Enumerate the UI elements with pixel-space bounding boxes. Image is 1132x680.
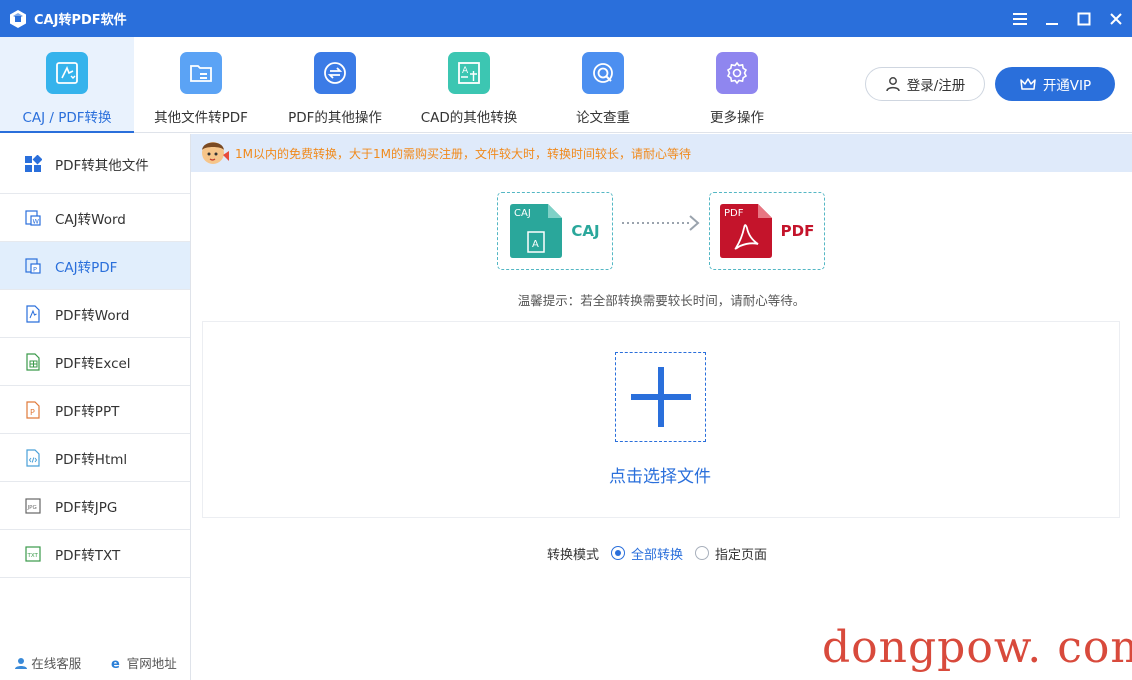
user-icon bbox=[885, 77, 900, 92]
cad-drawing-icon: A bbox=[448, 52, 490, 94]
mode-option-pages[interactable]: 指定页面 bbox=[695, 544, 767, 563]
pdf-jpg-icon: JPG bbox=[23, 496, 43, 516]
folder-file-icon bbox=[180, 52, 222, 94]
tool-label: CAJ / PDF转换 bbox=[22, 110, 112, 126]
sidebar-item-label: PDF转其他文件 bbox=[55, 157, 149, 174]
pdf-file-icon: PDF bbox=[719, 204, 772, 258]
mode-option-label: 指定页面 bbox=[715, 547, 768, 563]
sidebar-item-label: PDF转Excel bbox=[55, 355, 131, 372]
browser-e-icon: e bbox=[111, 657, 120, 670]
pdf-txt-icon: TXT bbox=[23, 544, 43, 564]
tool-paper-check[interactable]: 论文查重 bbox=[536, 37, 670, 133]
pdf-html-icon bbox=[23, 448, 43, 468]
minimize-icon[interactable] bbox=[1036, 0, 1068, 37]
official-site-link[interactable]: e 官网地址 bbox=[110, 653, 177, 672]
sidebar-item-pdf-jpg[interactable]: JPG PDF转JPG bbox=[0, 482, 190, 530]
hint-text: 温馨提示：若全部转换需要较长时间，请耐心等待。 bbox=[517, 293, 806, 308]
tool-cad-convert[interactable]: A CAD的其他转换 bbox=[402, 37, 536, 133]
sidebar: PDF转其他文件 W CAJ转Word P CAJ转PDF PDF转Word P… bbox=[0, 134, 191, 680]
login-register-button[interactable]: 登录/注册 bbox=[865, 67, 985, 101]
pdf-excel-icon bbox=[23, 352, 43, 372]
pdf-word-icon bbox=[23, 304, 43, 324]
main-toolbar: CAJ / PDF转换 其他文件转PDF PDF的其他操作 A CAD的其他转换… bbox=[0, 37, 1132, 133]
source-format-card: CAJ A CAJ bbox=[497, 192, 613, 270]
radio-checked-icon[interactable] bbox=[611, 546, 626, 560]
tool-label: CAD的其他转换 bbox=[420, 110, 518, 126]
svg-text:W: W bbox=[33, 217, 40, 225]
sidebar-item-pdf-excel[interactable]: PDF转Excel bbox=[0, 338, 190, 386]
vip-label: 开通VIP bbox=[1042, 78, 1092, 94]
notice-text: 1M以内的免费转换，大于1M的需购买注册，文件较大时，转换时间较长，请耐心等待 bbox=[235, 146, 691, 161]
service-icon bbox=[15, 657, 28, 669]
sidebar-item-caj-pdf[interactable]: P CAJ转PDF bbox=[0, 242, 190, 290]
add-file-button[interactable] bbox=[615, 352, 706, 442]
title-bar: CAJ转PDF软件 bbox=[0, 0, 1132, 37]
convert-arrow-icon bbox=[622, 215, 700, 231]
watermark-text: dongpow. com bbox=[822, 622, 1132, 673]
search-check-icon bbox=[582, 52, 624, 94]
login-label: 登录/注册 bbox=[906, 78, 966, 94]
target-format-card: PDF PDF bbox=[709, 192, 825, 270]
app-title: CAJ转PDF软件 bbox=[34, 13, 127, 28]
svg-text:JPG: JPG bbox=[27, 505, 37, 511]
convert-mode-row: 转换模式 全部转换 指定页面 bbox=[547, 543, 767, 563]
radio-unchecked-icon[interactable] bbox=[695, 546, 710, 560]
caj-word-icon: W bbox=[23, 208, 43, 228]
sidebar-item-label: PDF转JPG bbox=[55, 499, 118, 516]
sidebar-item-pdf-to-other[interactable]: PDF转其他文件 bbox=[0, 134, 190, 194]
official-site-label: 官网地址 bbox=[126, 656, 177, 671]
svg-text:P: P bbox=[33, 265, 37, 273]
tool-label: PDF的其他操作 bbox=[288, 110, 382, 126]
app-logo-icon bbox=[7, 8, 29, 30]
sidebar-item-label: PDF转TXT bbox=[55, 547, 121, 564]
svg-text:TXT: TXT bbox=[27, 553, 39, 559]
tool-caj-pdf-convert[interactable]: CAJ / PDF转换 bbox=[0, 37, 134, 133]
svg-text:A: A bbox=[462, 66, 469, 76]
tool-label: 更多操作 bbox=[710, 110, 764, 126]
source-format-label: CAJ bbox=[571, 222, 600, 240]
online-service-link[interactable]: 在线客服 bbox=[14, 653, 81, 672]
caj-file-icon: CAJ A bbox=[510, 204, 563, 258]
notice-bar: 1M以内的免费转换，大于1M的需购买注册，文件较大时，转换时间较长，请耐心等待 bbox=[191, 134, 1132, 172]
choose-file-label[interactable]: 点击选择文件 bbox=[560, 462, 760, 487]
svg-text:e: e bbox=[111, 657, 120, 670]
caj-pdf-icon: P bbox=[23, 256, 43, 276]
svg-text:A: A bbox=[532, 239, 539, 250]
pdf-ppt-icon: P bbox=[23, 400, 43, 420]
tool-label: 论文查重 bbox=[576, 110, 630, 126]
caj-pdf-convert-icon bbox=[46, 52, 88, 94]
convert-mode-label: 转换模式 bbox=[547, 547, 600, 563]
tool-label: 其他文件转PDF bbox=[154, 110, 248, 126]
plus-icon bbox=[630, 367, 691, 427]
sidebar-item-label: PDF转PPT bbox=[55, 403, 120, 420]
grid-icon bbox=[23, 154, 43, 174]
svg-text:P: P bbox=[30, 408, 35, 417]
sidebar-item-caj-word[interactable]: W CAJ转Word bbox=[0, 194, 190, 242]
mode-option-all[interactable]: 全部转换 bbox=[611, 544, 683, 563]
mode-option-label: 全部转换 bbox=[631, 547, 684, 563]
sidebar-item-label: PDF转Html bbox=[55, 451, 128, 468]
target-format-label: PDF bbox=[780, 222, 815, 240]
close-icon[interactable] bbox=[1100, 0, 1132, 37]
online-service-label: 在线客服 bbox=[31, 656, 82, 671]
sidebar-item-label: CAJ转Word bbox=[55, 211, 126, 228]
sidebar-item-pdf-txt[interactable]: TXT PDF转TXT bbox=[0, 530, 190, 578]
crown-icon bbox=[1020, 78, 1036, 90]
tool-other-to-pdf[interactable]: 其他文件转PDF bbox=[134, 37, 268, 133]
open-vip-button[interactable]: 开通VIP bbox=[995, 67, 1115, 101]
gear-icon bbox=[716, 52, 758, 94]
pdf-tag: PDF bbox=[724, 208, 744, 219]
tool-pdf-other-ops[interactable]: PDF的其他操作 bbox=[268, 37, 402, 133]
sidebar-item-pdf-ppt[interactable]: P PDF转PPT bbox=[0, 386, 190, 434]
sidebar-item-label: CAJ转PDF bbox=[55, 259, 118, 276]
maximize-icon[interactable] bbox=[1068, 0, 1100, 37]
sidebar-item-pdf-word[interactable]: PDF转Word bbox=[0, 290, 190, 338]
cartoon-announcer-icon bbox=[202, 142, 229, 164]
sidebar-item-pdf-html[interactable]: PDF转Html bbox=[0, 434, 190, 482]
caj-tag: CAJ bbox=[514, 208, 531, 219]
menu-icon[interactable] bbox=[1004, 0, 1036, 37]
sidebar-item-label: PDF转Word bbox=[55, 307, 130, 324]
swap-arrows-icon bbox=[314, 52, 356, 94]
tool-more-ops[interactable]: 更多操作 bbox=[670, 37, 804, 133]
